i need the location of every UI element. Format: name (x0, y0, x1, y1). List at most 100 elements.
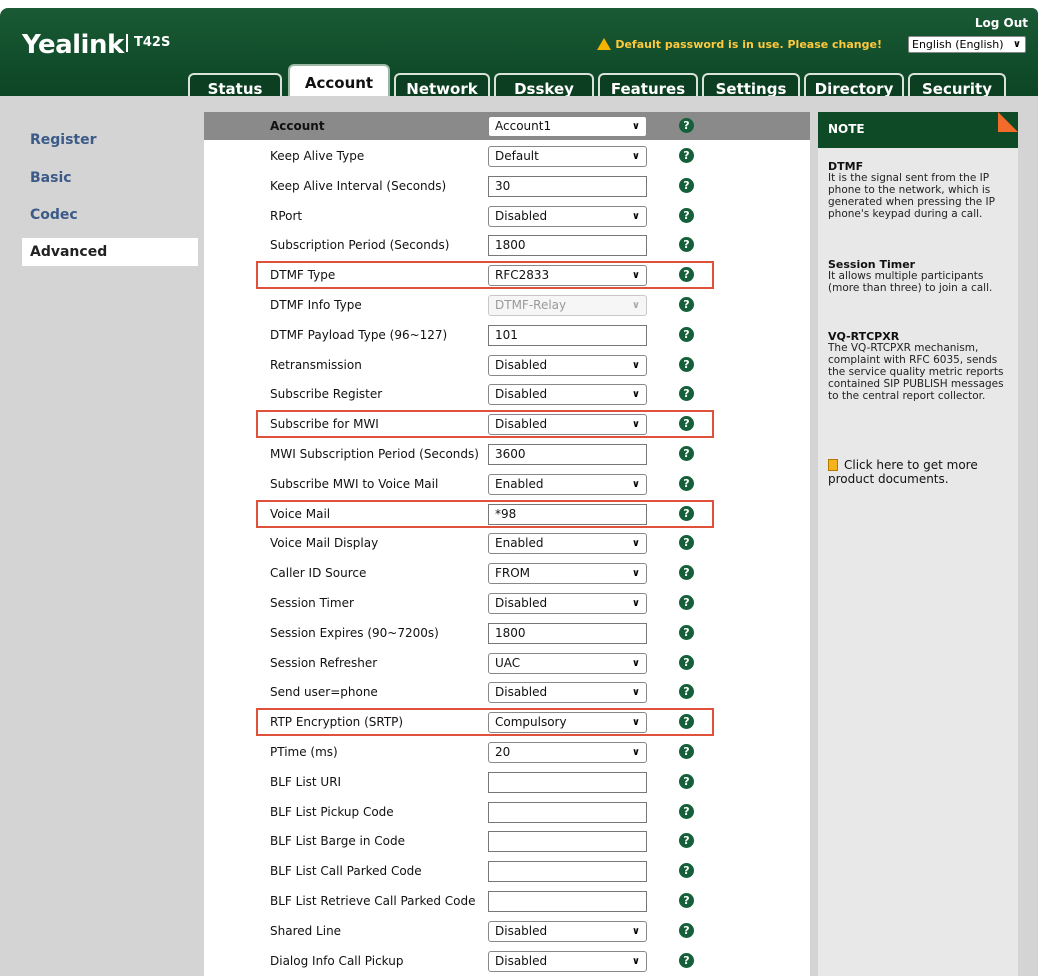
account-value: Account1 (495, 119, 552, 133)
value-subscribe-for-mwi: Disabled (495, 417, 548, 431)
help-icon[interactable]: ? (679, 506, 694, 521)
help-icon[interactable]: ? (679, 595, 694, 610)
help-icon[interactable]: ? (679, 416, 694, 431)
chevron-down-icon: ∨ (631, 211, 640, 222)
sidebar-item-register[interactable]: Register (30, 132, 97, 148)
language-select[interactable]: English (English) ∨ (908, 36, 1026, 53)
help-icon[interactable]: ? (679, 863, 694, 878)
help-icon[interactable]: ? (679, 833, 694, 848)
product-documents-link[interactable]: Click here to get more product documents… (828, 458, 1012, 486)
help-icon[interactable]: ? (679, 327, 694, 342)
help-icon[interactable]: ? (679, 893, 694, 908)
value-dtmf-type: RFC2833 (495, 268, 550, 282)
label-blf-list-retrieve-call-parked-code: BLF List Retrieve Call Parked Code (270, 894, 476, 908)
chevron-down-icon: ∨ (631, 300, 640, 311)
select-ptime-ms[interactable]: 20 ∨ (488, 742, 647, 763)
label-dtmf-info-type: DTMF Info Type (270, 298, 362, 312)
label-voice-mail: Voice Mail (270, 507, 331, 521)
select-shared-line[interactable]: Disabled ∨ (488, 921, 647, 942)
value-rtp-encryption-srtp: Compulsory (495, 715, 567, 729)
yealink-web-ui: Yealink T42S Log Out Default password is… (0, 0, 1038, 976)
help-icon[interactable]: ? (679, 118, 694, 133)
password-warning[interactable]: Default password is in use. Please chang… (597, 38, 882, 51)
input-blf-list-retrieve-call-parked-code[interactable] (488, 891, 647, 912)
chevron-down-icon: ∨ (631, 538, 640, 549)
sidebar-item-codec[interactable]: Codec (30, 207, 78, 223)
chevron-down-icon: ∨ (631, 151, 640, 162)
input-voice-mail[interactable]: *98 (488, 504, 647, 525)
select-session-refresher[interactable]: UAC ∨ (488, 653, 647, 674)
input-subscription-period-seconds[interactable]: 1800 (488, 235, 647, 256)
label-voice-mail-display: Voice Mail Display (270, 536, 379, 550)
help-icon[interactable]: ? (679, 476, 694, 491)
help-icon[interactable]: ? (679, 357, 694, 372)
input-mwi-subscription-period-seconds[interactable]: 3600 (488, 444, 647, 465)
label-blf-list-barge-in-code: BLF List Barge in Code (270, 834, 406, 848)
select-subscribe-register[interactable]: Disabled ∨ (488, 384, 647, 405)
select-rtp-encryption-srtp[interactable]: Compulsory ∨ (488, 712, 647, 733)
note-panel (818, 112, 1018, 976)
label-subscription-period-seconds: Subscription Period (Seconds) (270, 238, 450, 252)
select-retransmission[interactable]: Disabled ∨ (488, 355, 647, 376)
chevron-down-icon: ∨ (631, 389, 640, 400)
help-icon[interactable]: ? (679, 655, 694, 670)
select-dialog-info-call-pickup[interactable]: Disabled ∨ (488, 951, 647, 972)
select-session-timer[interactable]: Disabled ∨ (488, 593, 647, 614)
sidebar-item-advanced[interactable]: Advanced (22, 238, 198, 266)
input-session-expires-90-7200s[interactable]: 1800 (488, 623, 647, 644)
select-subscribe-for-mwi[interactable]: Disabled ∨ (488, 414, 647, 435)
help-icon[interactable]: ? (679, 923, 694, 938)
help-icon[interactable]: ? (679, 535, 694, 550)
label-dialog-info-call-pickup: Dialog Info Call Pickup (270, 954, 404, 968)
account-select[interactable]: Account1 ∨ (488, 116, 647, 137)
logout-link[interactable]: Log Out (975, 16, 1028, 30)
sidebar-item-basic[interactable]: Basic (30, 170, 72, 186)
help-icon[interactable]: ? (679, 565, 694, 580)
chevron-down-icon: ∨ (631, 419, 640, 430)
value-ptime-ms: 20 (495, 745, 511, 759)
help-icon[interactable]: ? (679, 804, 694, 819)
help-icon[interactable]: ? (679, 684, 694, 699)
label-keep-alive-type: Keep Alive Type (270, 149, 365, 163)
input-blf-list-call-parked-code[interactable] (488, 861, 647, 882)
select-dtmf-type[interactable]: RFC2833 ∨ (488, 265, 647, 286)
label-blf-list-pickup-code: BLF List Pickup Code (270, 805, 394, 819)
select-send-user-phone[interactable]: Disabled ∨ (488, 682, 647, 703)
chevron-down-icon: ∨ (631, 360, 640, 371)
select-subscribe-mwi-to-voice-mail[interactable]: Enabled ∨ (488, 474, 647, 495)
help-icon[interactable]: ? (679, 208, 694, 223)
language-value: English (English) (912, 38, 1004, 51)
chevron-down-icon: ∨ (631, 598, 640, 609)
select-keep-alive-type[interactable]: Default ∨ (488, 146, 647, 167)
select-caller-id-source[interactable]: FROM ∨ (488, 563, 647, 584)
help-icon[interactable]: ? (679, 148, 694, 163)
help-icon[interactable]: ? (679, 267, 694, 282)
value-caller-id-source: FROM (495, 566, 531, 580)
account-label: Account (270, 119, 325, 133)
help-icon[interactable]: ? (679, 625, 694, 640)
value-session-expires-90-7200s: 1800 (495, 626, 526, 640)
input-blf-list-barge-in-code[interactable] (488, 831, 647, 852)
help-icon[interactable]: ? (679, 386, 694, 401)
help-icon[interactable]: ? (679, 297, 694, 312)
input-blf-list-pickup-code[interactable] (488, 802, 647, 823)
chevron-down-icon: ∨ (631, 568, 640, 579)
select-rport[interactable]: Disabled ∨ (488, 206, 647, 227)
input-keep-alive-interval-seconds[interactable]: 30 (488, 176, 647, 197)
help-icon[interactable]: ? (679, 953, 694, 968)
help-icon[interactable]: ? (679, 714, 694, 729)
help-icon[interactable]: ? (679, 744, 694, 759)
label-blf-list-call-parked-code: BLF List Call Parked Code (270, 864, 422, 878)
input-blf-list-uri[interactable] (488, 772, 647, 793)
note-title: NOTE (828, 122, 865, 136)
chevron-down-icon: ∨ (631, 926, 640, 937)
value-session-timer: Disabled (495, 596, 548, 610)
help-icon[interactable]: ? (679, 237, 694, 252)
select-voice-mail-display[interactable]: Enabled ∨ (488, 533, 647, 554)
input-dtmf-payload-type-96-127[interactable]: 101 (488, 325, 647, 346)
help-icon[interactable]: ? (679, 178, 694, 193)
value-voice-mail-display: Enabled (495, 536, 544, 550)
help-icon[interactable]: ? (679, 446, 694, 461)
help-icon[interactable]: ? (679, 774, 694, 789)
chevron-down-icon: ∨ (631, 747, 640, 758)
